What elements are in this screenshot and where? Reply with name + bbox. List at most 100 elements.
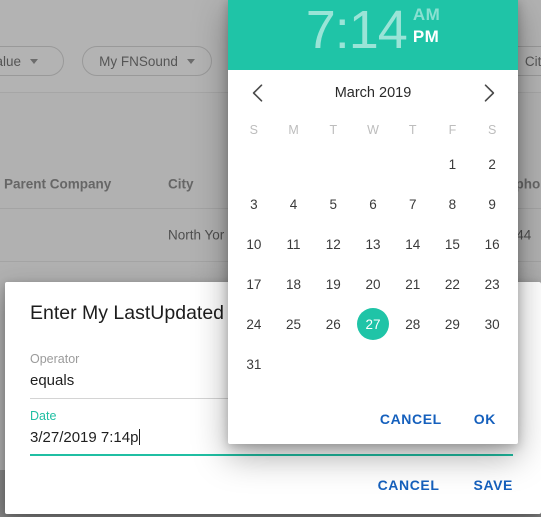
column-header-city: City — [168, 176, 194, 192]
calendar-day[interactable]: 1 — [433, 144, 473, 184]
dialog-save-button[interactable]: SAVE — [460, 468, 528, 502]
weekday-initial: T — [329, 123, 338, 137]
calendar-day-label: 30 — [484, 316, 500, 332]
picker-cancel-button[interactable]: CANCEL — [366, 402, 456, 436]
calendar-month-label: March 2019 — [334, 85, 412, 101]
chevron-left-icon[interactable] — [244, 80, 270, 106]
calendar-weekday-header: SMTWTFS — [228, 116, 518, 144]
calendar-day-label: 15 — [444, 236, 460, 252]
meridiem-toggle: AM PM — [413, 3, 440, 47]
weekday-initial: S — [249, 123, 259, 137]
calendar-day[interactable]: 12 — [313, 224, 353, 264]
filter-chip-my-fnsound[interactable]: My FNSound — [82, 46, 212, 76]
calendar-empty-cell — [274, 144, 314, 184]
dialog-title: Enter My LastUpdated — [30, 302, 225, 324]
calendar-day-label: 27 — [356, 308, 389, 340]
calendar-day[interactable]: 15 — [433, 224, 473, 264]
calendar-day[interactable]: 9 — [472, 184, 512, 224]
calendar-day-selected[interactable]: 27 — [353, 304, 393, 344]
calendar-day-label: 25 — [286, 316, 302, 332]
dialog-action-bar: CANCEL SAVE — [364, 468, 527, 502]
calendar-day[interactable]: 24 — [234, 304, 274, 344]
calendar-day-label: 9 — [488, 196, 496, 212]
calendar-day[interactable]: 11 — [274, 224, 314, 264]
picker-ok-button[interactable]: OK — [460, 402, 510, 436]
calendar-day[interactable]: 5 — [313, 184, 353, 224]
column-header-parent-company: Parent Company — [4, 176, 112, 192]
calendar-day[interactable]: 4 — [274, 184, 314, 224]
calendar-empty-cell — [313, 144, 353, 184]
calendar-day[interactable]: 17 — [234, 264, 274, 304]
calendar-day[interactable]: 16 — [472, 224, 512, 264]
filter-chip-evalue[interactable]: eValue — [0, 46, 64, 76]
calendar-day-grid: 1 2 3 4 5 6 7 8 9 10 11 12 13 14 15 16 17 18 19 20 21 22 23 24 2… — [228, 144, 518, 388]
chevron-right-icon[interactable] — [476, 80, 502, 106]
weekday-initial: W — [367, 123, 379, 137]
weekday-initial: S — [487, 123, 497, 137]
calendar-day[interactable]: 20 — [353, 264, 393, 304]
calendar-day[interactable]: 2 — [472, 144, 512, 184]
calendar-day-label: 5 — [329, 196, 338, 212]
weekday-initial: T — [408, 123, 417, 137]
calendar-day-label: 16 — [484, 236, 500, 252]
calendar-day-label: 7 — [408, 196, 417, 212]
calendar-day[interactable]: 30 — [472, 304, 512, 344]
calendar-nav-bar: March 2019 — [228, 70, 518, 116]
calendar-day-label: 31 — [246, 356, 262, 372]
calendar-day-label: 20 — [365, 276, 381, 292]
calendar-day-label: 21 — [405, 276, 421, 292]
calendar-day[interactable]: 14 — [393, 224, 433, 264]
calendar-day-label: 22 — [444, 276, 460, 292]
calendar-day-label: 14 — [405, 236, 421, 252]
calendar-day[interactable]: 10 — [234, 224, 274, 264]
calendar-day-label: 17 — [246, 276, 262, 292]
calendar-day[interactable]: 23 — [472, 264, 512, 304]
calendar-day-label: 18 — [286, 276, 302, 292]
date-field-text: 3/27/2019 7:14p — [30, 429, 139, 446]
calendar-day[interactable]: 31 — [234, 344, 274, 384]
calendar-day-label: 12 — [325, 236, 341, 252]
calendar-day-label: 23 — [484, 276, 500, 292]
date-field-underline — [30, 454, 513, 456]
meridiem-pm-option[interactable]: PM — [413, 27, 440, 47]
calendar-day-label: 6 — [369, 196, 377, 212]
calendar-day-label: 10 — [246, 236, 262, 252]
calendar-day-label: 29 — [444, 316, 460, 332]
calendar-day-label: 1 — [448, 156, 457, 172]
calendar-day[interactable]: 3 — [234, 184, 274, 224]
calendar-day[interactable]: 28 — [393, 304, 433, 344]
calendar-day-label: 11 — [286, 236, 301, 252]
calendar-day-label: 26 — [325, 316, 341, 332]
calendar-day[interactable]: 13 — [353, 224, 393, 264]
filter-chip-label: eValue — [0, 53, 22, 69]
filter-chip-label: My FNSound — [99, 53, 178, 69]
calendar-day[interactable]: 22 — [433, 264, 473, 304]
calendar-day-label: 24 — [246, 316, 262, 332]
calendar-day[interactable]: 25 — [274, 304, 314, 344]
chevron-down-icon — [30, 58, 39, 64]
calendar-day[interactable]: 6 — [353, 184, 393, 224]
calendar-empty-cell — [234, 144, 274, 184]
clock-time-value[interactable]: 7:14 — [306, 3, 408, 57]
picker-action-bar: CANCEL OK — [366, 402, 510, 436]
calendar-day-label: 19 — [325, 276, 341, 292]
calendar-day-label: 3 — [250, 196, 258, 212]
dialog-cancel-button[interactable]: CANCEL — [364, 468, 454, 502]
datetime-picker-dialog: 7:14 AM PM March 2019 SMTWTFS 1234567891… — [228, 0, 518, 444]
calendar-day-label: 4 — [289, 196, 298, 212]
calendar-day[interactable]: 19 — [313, 264, 353, 304]
calendar-day[interactable]: 8 — [433, 184, 473, 224]
calendar-empty-cell — [353, 144, 393, 184]
calendar-day[interactable]: 29 — [433, 304, 473, 344]
filter-chip-label: City — [524, 53, 541, 69]
picker-time-header: 7:14 AM PM — [228, 0, 518, 70]
text-cursor — [139, 429, 141, 445]
calendar-day[interactable]: 21 — [393, 264, 433, 304]
calendar-day[interactable]: 26 — [313, 304, 353, 344]
clock-display: 7:14 AM PM — [306, 3, 441, 57]
calendar-day[interactable]: 18 — [274, 264, 314, 304]
calendar-empty-cell — [393, 144, 433, 184]
meridiem-am-option[interactable]: AM — [413, 5, 440, 25]
calendar-day[interactable]: 7 — [393, 184, 433, 224]
weekday-initial: F — [448, 123, 457, 137]
